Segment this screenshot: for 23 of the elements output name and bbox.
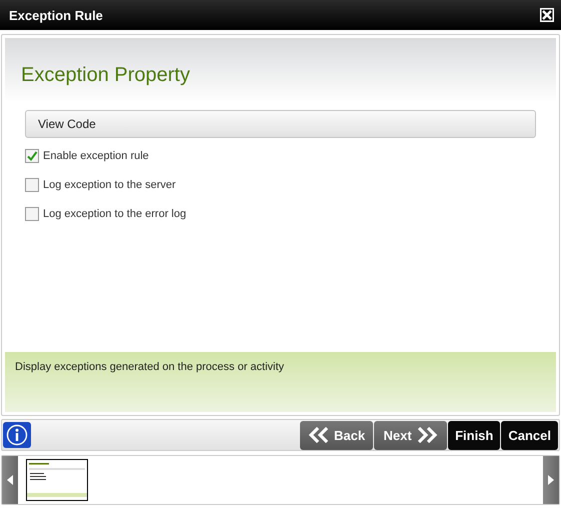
wizard-button[interactable]: Finish bbox=[448, 420, 500, 450]
scroll-right-button[interactable] bbox=[543, 456, 559, 504]
page-thumbnail[interactable] bbox=[26, 459, 88, 501]
double-chevron-left-icon bbox=[308, 427, 330, 443]
wizard-button[interactable]: Next bbox=[374, 420, 448, 450]
caret-left-icon bbox=[7, 475, 13, 485]
checkbox[interactable] bbox=[25, 178, 39, 192]
info-icon[interactable] bbox=[3, 422, 31, 448]
caret-right-icon bbox=[548, 475, 554, 485]
wizard-button[interactable]: Back bbox=[300, 420, 374, 450]
scroll-left-button[interactable] bbox=[2, 456, 18, 504]
checkbox[interactable] bbox=[25, 206, 39, 220]
section-header[interactable]: View Code bbox=[25, 110, 536, 138]
page-title: Exception Property bbox=[21, 64, 190, 86]
double-chevron-right-icon bbox=[416, 427, 438, 443]
checkbox-label: Enable exception rule bbox=[43, 150, 149, 162]
checkbox-label: Log exception to the server bbox=[43, 178, 176, 190]
wizard-button[interactable]: Cancel bbox=[501, 420, 558, 450]
window-title: Exception Rule bbox=[9, 8, 103, 22]
close-icon[interactable] bbox=[539, 7, 555, 23]
help-text: Display exceptions generated on the process or activity bbox=[15, 361, 284, 373]
checkbox[interactable] bbox=[25, 148, 39, 162]
checkbox-label: Log exception to the error log bbox=[43, 208, 186, 220]
